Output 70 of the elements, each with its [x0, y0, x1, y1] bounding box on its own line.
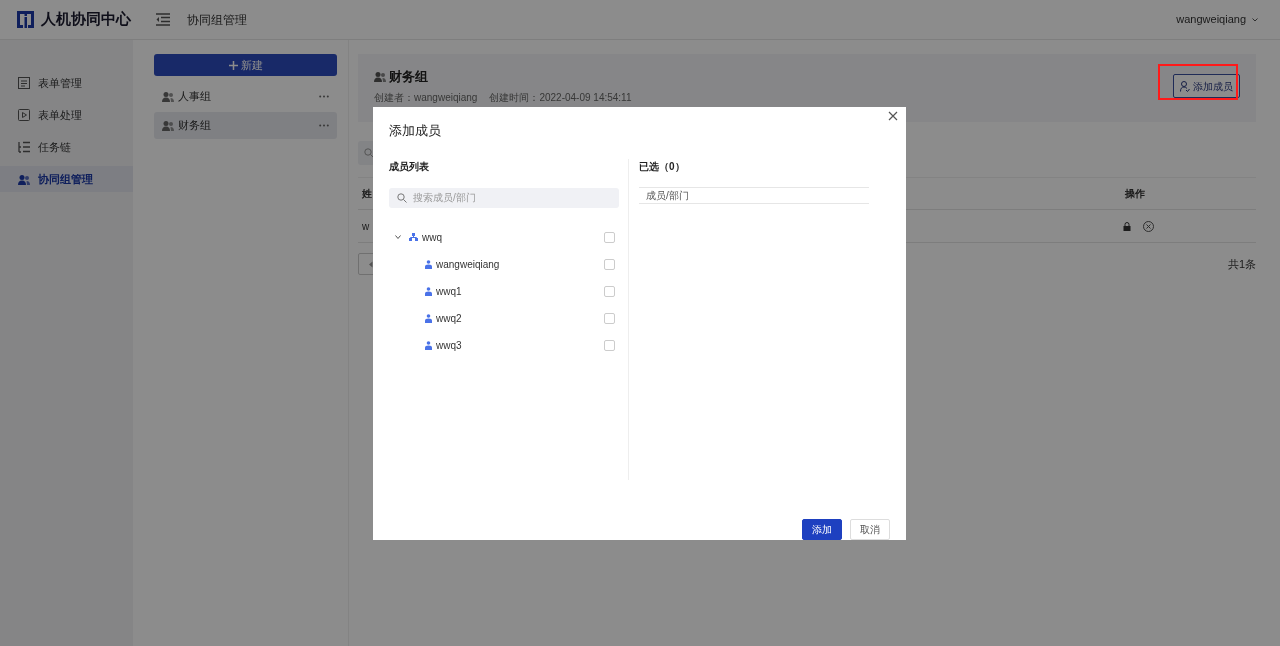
- search-input[interactable]: 搜索成员/部门: [411, 189, 611, 206]
- caret-icon: [1252, 17, 1258, 22]
- group-title: 财务组: [389, 68, 428, 86]
- brand-title: 人机协同中心: [41, 9, 131, 30]
- tree-node[interactable]: wwq2: [389, 304, 615, 332]
- group-item[interactable]: 人事组: [154, 83, 337, 110]
- list-icon: [18, 141, 30, 153]
- created-time: 创建时间：2022-04-09 14:54:11: [489, 90, 632, 105]
- checkbox[interactable]: [604, 339, 615, 351]
- search-field[interactable]: 搜索成员/部门: [389, 187, 619, 208]
- node-label: wwq3: [436, 338, 462, 353]
- add-button[interactable]: 添加: [802, 519, 842, 540]
- node-label: wwq2: [436, 311, 462, 326]
- node-label: wangweiqiang: [436, 257, 500, 272]
- more-icon[interactable]: [319, 95, 329, 98]
- column-header: 姓: [362, 187, 372, 201]
- remove-icon[interactable]: [1143, 220, 1154, 232]
- user-menu[interactable]: wangweiqiang: [1176, 11, 1246, 28]
- lock-icon[interactable]: [1123, 221, 1131, 231]
- sidebar-item[interactable]: 任务链: [0, 134, 133, 160]
- checkbox[interactable]: [604, 258, 615, 270]
- sidebar-item[interactable]: 表单处理: [0, 102, 133, 128]
- form-icon: [18, 77, 30, 89]
- total-count: 共1条: [1227, 256, 1256, 272]
- group-name: 人事组: [178, 89, 211, 105]
- dialog-title: 添加成员: [389, 122, 442, 140]
- chevron-down-icon[interactable]: [395, 234, 401, 240]
- plus-icon: [228, 60, 238, 70]
- close-icon: [888, 111, 898, 121]
- node-label: wwq1: [436, 284, 462, 299]
- column-header: 操作: [1125, 187, 1145, 201]
- group-item[interactable]: 财务组: [154, 112, 337, 139]
- group-name: 财务组: [178, 118, 211, 134]
- column-header: 成员/部门: [639, 186, 869, 204]
- person-icon: [425, 259, 432, 269]
- tree-node[interactable]: wwq: [389, 223, 615, 251]
- users-icon: [162, 120, 174, 131]
- section-heading: 已选（0）: [639, 159, 686, 174]
- sidebar-item[interactable]: 协同组管理: [0, 166, 133, 192]
- play-icon: [18, 109, 30, 121]
- more-icon[interactable]: [319, 124, 329, 127]
- search-icon: [397, 192, 407, 203]
- close-button[interactable]: [888, 111, 900, 123]
- checkbox[interactable]: [604, 312, 615, 324]
- tree-node[interactable]: wwq1: [389, 277, 615, 305]
- cancel-button[interactable]: 取消: [850, 519, 890, 540]
- table-cell-text: w: [362, 219, 370, 234]
- left-arrow-icon: [367, 260, 373, 268]
- user-icon: [1180, 80, 1190, 92]
- users-icon: [374, 71, 386, 83]
- section-heading: 成员列表: [389, 159, 430, 174]
- node-label: wwq: [422, 230, 442, 245]
- page-title: 协同组管理: [187, 11, 247, 29]
- search-icon: [364, 148, 374, 158]
- tree-node[interactable]: wangweiqiang: [389, 250, 615, 278]
- checkbox[interactable]: [604, 231, 615, 243]
- person-icon: [425, 313, 432, 323]
- person-icon: [425, 286, 432, 296]
- logo-icon: [16, 10, 35, 29]
- sidebar-item[interactable]: 表单管理: [0, 70, 133, 96]
- checkbox[interactable]: [604, 285, 615, 297]
- menu-icon[interactable]: [155, 13, 171, 26]
- tree-node[interactable]: wwq3: [389, 331, 615, 359]
- new-button[interactable]: 新建: [154, 54, 337, 76]
- creator-text: 创建者：wangweiqiang: [374, 90, 478, 105]
- add-member-button[interactable]: 添加成员: [1173, 74, 1240, 98]
- users-icon: [162, 91, 174, 102]
- org-icon: [409, 233, 418, 241]
- person-icon: [425, 340, 432, 350]
- users-icon: [18, 173, 30, 185]
